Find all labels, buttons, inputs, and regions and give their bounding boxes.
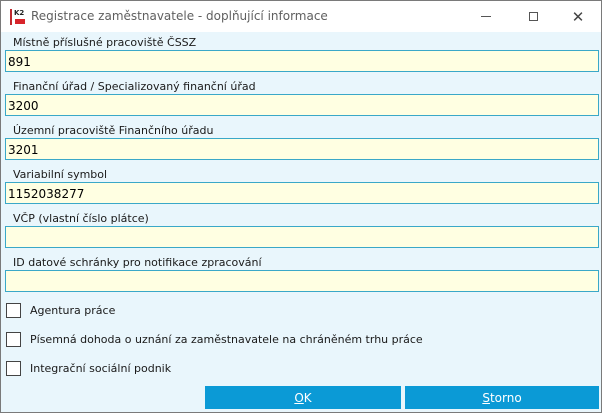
maximize-button[interactable]: [510, 1, 556, 32]
checkbox-row-protected-market[interactable]: Písemná dohoda o uznání za zaměstnavatel…: [6, 331, 423, 347]
tax-branch-input[interactable]: 3201: [5, 138, 599, 160]
tax-office-label: Finanční úřad / Specializovaný finanční …: [13, 80, 256, 93]
window-title: Registrace zaměstnavatele - doplňující i…: [31, 9, 328, 23]
protected-market-checkbox[interactable]: [6, 331, 21, 347]
cancel-button[interactable]: Storno: [405, 386, 599, 409]
agency-checkbox-label: Agentura práce: [30, 303, 116, 317]
agency-checkbox[interactable]: [6, 302, 21, 318]
dialog-window: K2 Registrace zaměstnavatele - doplňujíc…: [0, 0, 602, 413]
close-icon: ✕: [571, 7, 585, 26]
protected-market-checkbox-label: Písemná dohoda o uznání za zaměstnavatel…: [30, 332, 423, 346]
variable-symbol-label: Variabilní symbol: [13, 168, 108, 181]
ok-button-label: OK: [294, 390, 312, 405]
maximize-icon: [528, 12, 538, 21]
databox-id-input[interactable]: [5, 270, 599, 292]
title-bar[interactable]: K2 Registrace zaměstnavatele - doplňujíc…: [1, 1, 601, 32]
checkbox-row-social-enterprise[interactable]: Integrační sociální podnik: [6, 360, 171, 376]
databox-id-label: ID datové schránky pro notifikace zpraco…: [13, 256, 262, 269]
vcp-label: VČP (vlastní číslo plátce): [13, 212, 149, 225]
cssz-office-label: Místně příslušné pracoviště ČSSZ: [13, 36, 197, 49]
checkbox-row-agency[interactable]: Agentura práce: [6, 302, 115, 318]
ok-button[interactable]: OK: [205, 386, 401, 409]
minimize-button[interactable]: [463, 1, 509, 32]
social-enterprise-checkbox[interactable]: [6, 360, 21, 376]
cssz-office-input[interactable]: 891: [5, 50, 599, 72]
close-button[interactable]: ✕: [555, 1, 601, 32]
cancel-button-label: Storno: [482, 390, 522, 405]
variable-symbol-input[interactable]: 1152038277: [5, 182, 599, 204]
minimize-icon: [481, 16, 491, 17]
vcp-input[interactable]: [5, 226, 599, 248]
tax-branch-label: Územní pracoviště Finančního úřadu: [13, 124, 214, 137]
k2-app-icon: K2: [10, 9, 26, 25]
social-enterprise-checkbox-label: Integrační sociální podnik: [30, 361, 172, 375]
tax-office-input[interactable]: 3200: [5, 94, 599, 116]
